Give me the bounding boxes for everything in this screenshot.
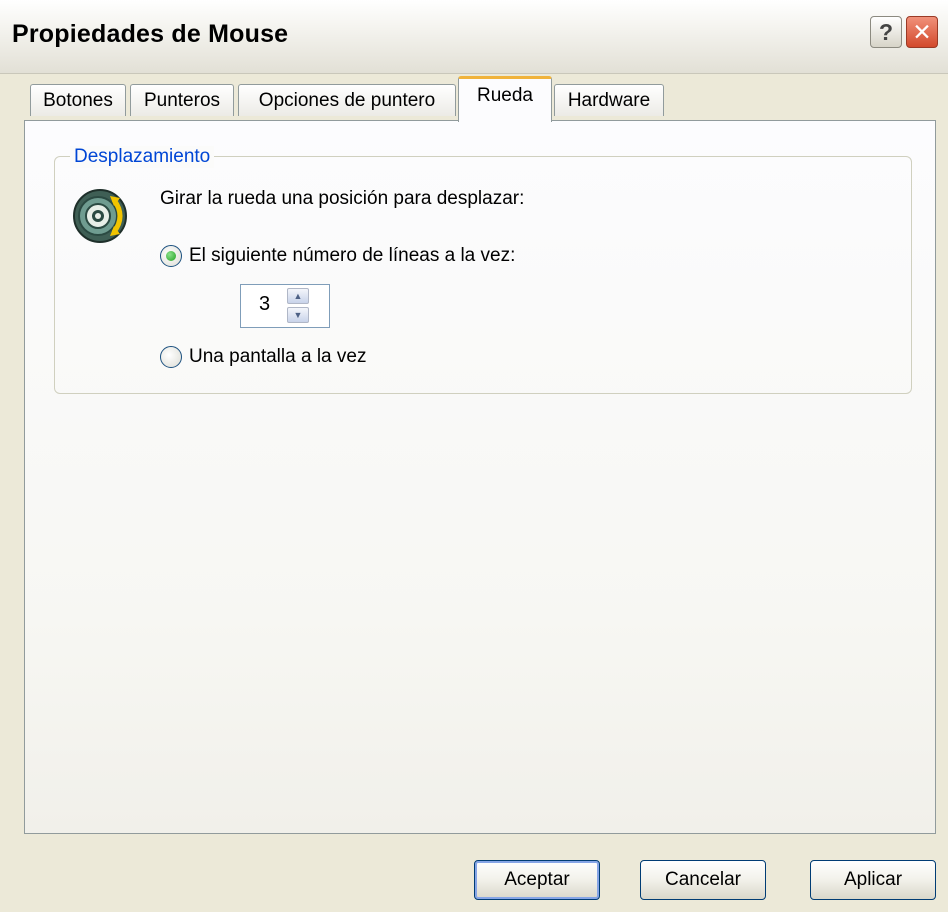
help-button[interactable]: ? [870, 16, 902, 48]
stepper-down-button[interactable]: ▼ [287, 307, 309, 323]
lines-quantity-input[interactable]: 3 [259, 293, 270, 316]
tab-rueda[interactable]: Rueda [458, 76, 552, 122]
radio-screen-label[interactable]: Una pantalla a la vez [189, 346, 366, 368]
arrow-down-icon: ▼ [293, 310, 303, 320]
lines-quantity-stepper[interactable]: 3 ▲ ▼ [240, 284, 330, 328]
group-title: Desplazamiento [70, 146, 215, 168]
close-button[interactable]: ✕ [906, 16, 938, 48]
radio-screen[interactable] [160, 346, 182, 368]
tab-hardware[interactable]: Hardware [554, 84, 664, 116]
cancel-button[interactable]: Cancelar [640, 860, 766, 900]
scroll-instruction: Girar la rueda una posición para desplaz… [160, 188, 525, 209]
mouse-wheel-icon [73, 189, 127, 243]
help-icon: ? [878, 18, 894, 45]
tab-punteros[interactable]: Punteros [130, 84, 234, 116]
tab-botones[interactable]: Botones [30, 84, 126, 116]
radio-lines[interactable] [160, 245, 182, 267]
ok-button[interactable]: Aceptar [474, 860, 600, 900]
stepper-up-button[interactable]: ▲ [287, 288, 309, 304]
close-icon: ✕ [912, 18, 932, 45]
tab-opciones-de-puntero[interactable]: Opciones de puntero [238, 84, 456, 116]
apply-button[interactable]: Aplicar [810, 860, 936, 900]
radio-selected-dot [166, 251, 176, 261]
radio-lines-label[interactable]: El siguiente número de líneas a la vez: [189, 245, 515, 267]
title-bar[interactable]: Propiedades de Mouse ? ✕ [0, 0, 948, 74]
arrow-up-icon: ▲ [293, 291, 303, 301]
window-title: Propiedades de Mouse [12, 20, 289, 48]
